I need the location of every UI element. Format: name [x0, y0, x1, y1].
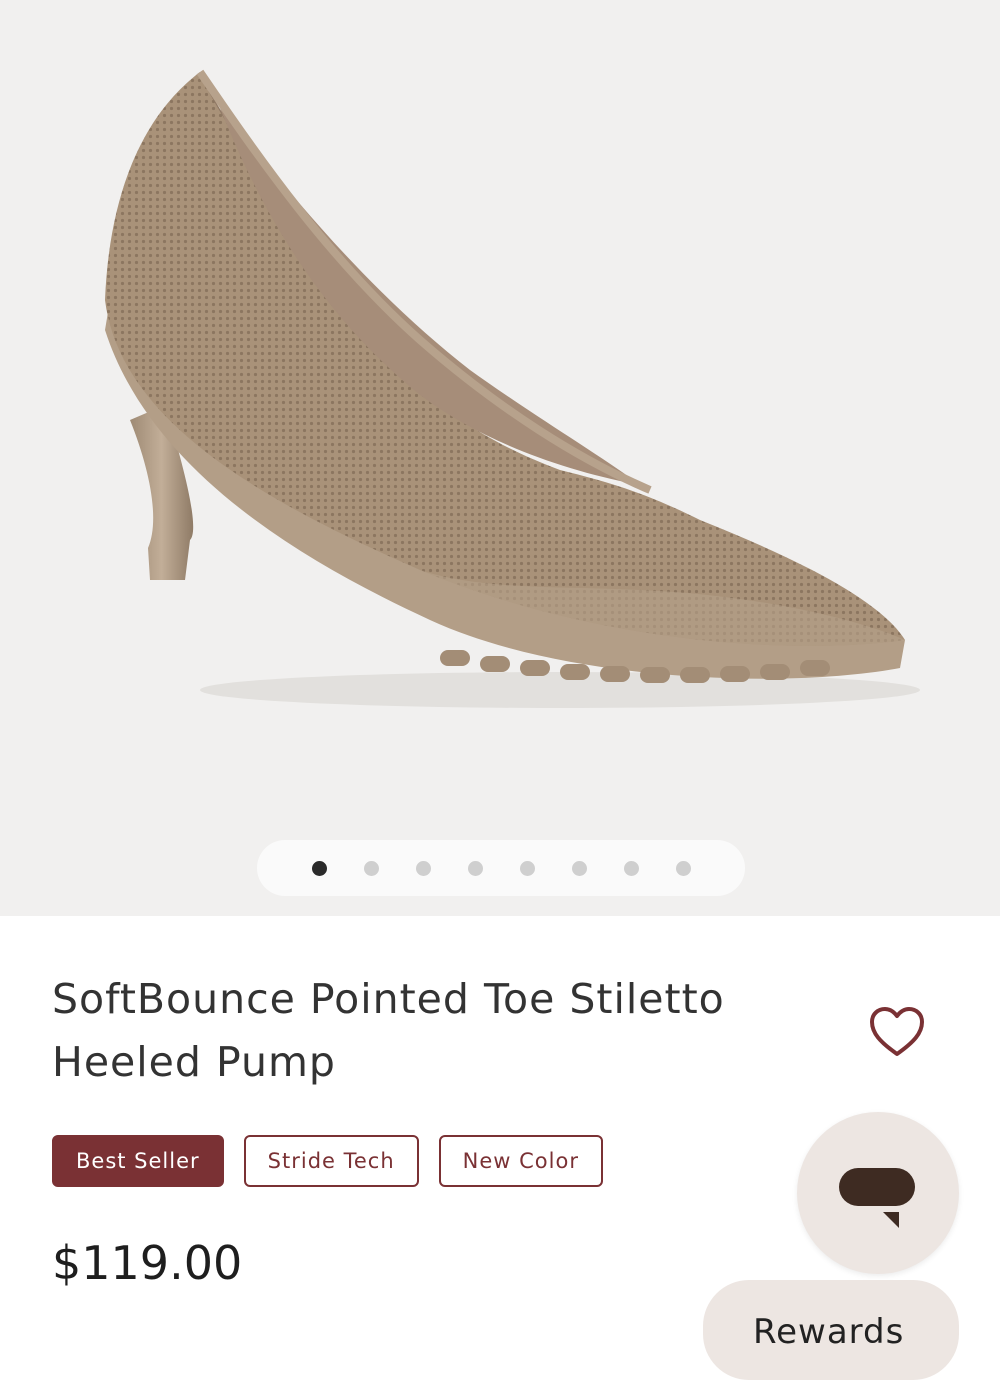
carousel-dot[interactable]	[571, 860, 587, 876]
product-image[interactable]	[0, 0, 1000, 916]
favorite-button[interactable]	[866, 1004, 928, 1060]
carousel-dot[interactable]	[519, 860, 535, 876]
carousel-dot[interactable]	[467, 860, 483, 876]
heart-outline-icon	[870, 1007, 924, 1056]
badge-stride-tech: Stride Tech	[243, 1135, 419, 1187]
carousel-dot[interactable]	[415, 860, 431, 876]
product-price: $119.00	[52, 1236, 243, 1290]
carousel-dot[interactable]	[675, 860, 691, 876]
rewards-label: Rewards	[753, 1312, 905, 1352]
carousel-dot[interactable]	[623, 860, 639, 876]
chat-button[interactable]	[797, 1112, 959, 1274]
rewards-button[interactable]: Rewards	[703, 1280, 959, 1380]
carousel-dot[interactable]	[311, 860, 327, 876]
badge-best-seller: Best Seller	[52, 1135, 224, 1187]
product-title: SoftBounce Pointed Toe Stiletto Heeled P…	[52, 975, 725, 1086]
badge-new-color: New Color	[438, 1135, 603, 1187]
carousel-dot[interactable]	[363, 860, 379, 876]
product-image-area[interactable]	[0, 0, 1000, 916]
carousel-indicator	[257, 840, 745, 896]
chat-bubble-icon	[839, 1168, 915, 1228]
product-badges: Best Seller Stride Tech New Color	[52, 1135, 603, 1187]
